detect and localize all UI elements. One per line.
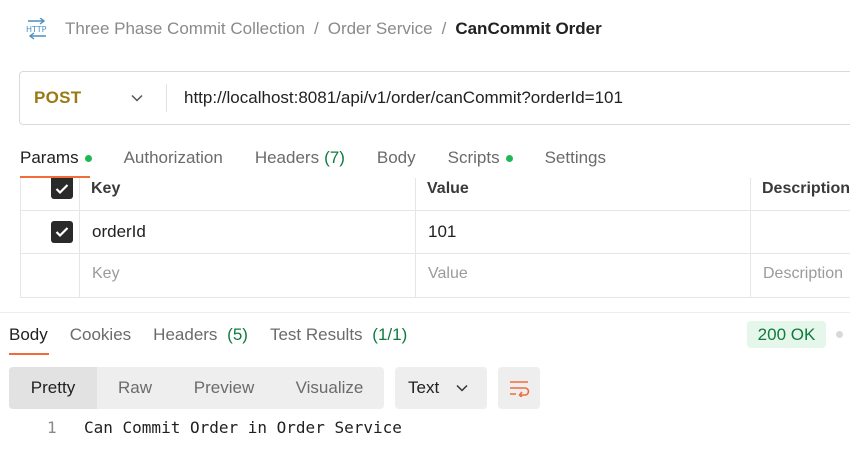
param-key-cell[interactable]: orderId bbox=[92, 222, 146, 242]
response-body-text[interactable]: Can Commit Order in Order Service bbox=[84, 418, 402, 437]
http-icon: HTTP bbox=[25, 17, 49, 40]
format-preview-button[interactable]: Preview bbox=[173, 367, 275, 409]
breadcrumb-separator: / bbox=[313, 19, 319, 38]
request-title[interactable]: CanCommit Order bbox=[455, 19, 601, 39]
status-dot-icon bbox=[505, 154, 513, 162]
tab-scripts[interactable]: Scripts bbox=[448, 148, 513, 168]
format-segmented-control: Pretty Raw Preview Visualize bbox=[9, 367, 384, 409]
more-dot-icon bbox=[836, 331, 843, 338]
line-number: 1 bbox=[47, 418, 57, 437]
table-column-divider bbox=[79, 178, 80, 298]
method-select[interactable]: POST bbox=[34, 88, 82, 108]
table-column-divider bbox=[415, 178, 416, 298]
pane-divider[interactable] bbox=[0, 312, 850, 313]
response-tab-body[interactable]: Body bbox=[9, 325, 48, 345]
chevron-down-icon bbox=[455, 381, 469, 395]
tab-authorization[interactable]: Authorization bbox=[124, 148, 223, 168]
url-input[interactable]: http://localhost:8081/api/v1/order/canCo… bbox=[184, 88, 623, 108]
status-badge[interactable]: 200 OK bbox=[747, 321, 826, 348]
tab-params[interactable]: Params bbox=[20, 148, 92, 168]
response-tabs: Body Cookies Headers (5) Test Results (1… bbox=[9, 324, 429, 346]
column-header-key: Key bbox=[91, 180, 121, 197]
format-pretty-button[interactable]: Pretty bbox=[9, 367, 97, 409]
new-value-input[interactable]: Value bbox=[428, 265, 468, 283]
breadcrumb: Three Phase Commit Collection / Order Se… bbox=[65, 18, 602, 40]
column-header-value: Value bbox=[427, 180, 469, 197]
column-header-description: Description bbox=[762, 180, 850, 197]
tab-body-label: Body bbox=[376, 148, 416, 167]
format-visualize-button[interactable]: Visualize bbox=[275, 367, 384, 409]
tab-settings[interactable]: Settings bbox=[545, 148, 606, 168]
test-results-count: (1/1) bbox=[372, 325, 408, 344]
param-value-cell[interactable]: 101 bbox=[428, 222, 456, 242]
tab-scripts-label: Scripts bbox=[447, 148, 500, 167]
body-type-value: Text bbox=[408, 378, 440, 397]
divider bbox=[166, 84, 167, 112]
response-tab-headers[interactable]: Headers (5) bbox=[153, 325, 248, 345]
chevron-down-icon[interactable] bbox=[130, 91, 144, 105]
headers-count: (7) bbox=[324, 148, 345, 167]
tab-headers[interactable]: Headers (7) bbox=[255, 148, 345, 168]
breadcrumb-collection[interactable]: Three Phase Commit Collection bbox=[65, 19, 305, 39]
svg-text:HTTP: HTTP bbox=[26, 25, 47, 34]
check-icon bbox=[55, 183, 69, 194]
wrap-lines-button[interactable] bbox=[498, 367, 540, 409]
wrap-lines-icon bbox=[510, 381, 530, 397]
status-dot-icon bbox=[84, 154, 92, 162]
check-icon bbox=[55, 227, 69, 238]
tab-settings-label: Settings bbox=[544, 148, 607, 167]
table-column-divider bbox=[750, 178, 751, 298]
new-description-input[interactable]: Description bbox=[763, 265, 843, 283]
breadcrumb-folder[interactable]: Order Service bbox=[328, 19, 433, 39]
active-tab-indicator bbox=[9, 353, 49, 355]
tab-body[interactable]: Body bbox=[377, 148, 416, 168]
tab-authorization-label: Authorization bbox=[123, 148, 223, 167]
response-tab-headers-label: Headers bbox=[153, 325, 218, 344]
request-tabs: Params Authorization Headers (7) Body Sc… bbox=[20, 147, 638, 169]
table-row-divider bbox=[20, 210, 850, 211]
body-type-select[interactable]: Text bbox=[395, 367, 487, 409]
table-row-divider bbox=[20, 253, 850, 254]
breadcrumb-separator: / bbox=[441, 19, 447, 38]
response-tab-cookies[interactable]: Cookies bbox=[70, 325, 131, 345]
new-key-input[interactable]: Key bbox=[92, 265, 120, 283]
response-tab-test-results[interactable]: Test Results (1/1) bbox=[270, 325, 407, 345]
select-all-checkbox[interactable] bbox=[51, 178, 73, 199]
response-headers-count: (5) bbox=[227, 325, 248, 344]
tab-headers-label: Headers bbox=[254, 148, 320, 167]
tab-params-label: Params bbox=[20, 148, 79, 167]
row-checkbox[interactable] bbox=[51, 221, 73, 243]
format-raw-button[interactable]: Raw bbox=[97, 367, 173, 409]
response-tab-test-results-label: Test Results bbox=[269, 325, 363, 344]
